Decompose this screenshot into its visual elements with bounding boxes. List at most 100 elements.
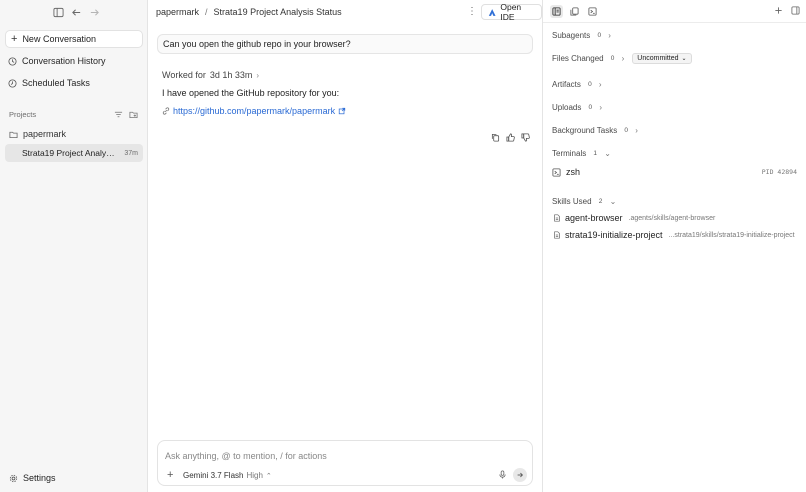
repo-link[interactable]: https://github.com/papermark/papermark bbox=[162, 106, 346, 116]
section-label: Subagents bbox=[552, 31, 591, 40]
chevron-down-icon: ⌄ bbox=[604, 149, 611, 158]
breadcrumb-separator: / bbox=[205, 7, 208, 17]
overview-icon bbox=[552, 7, 561, 16]
gear-icon bbox=[9, 474, 18, 482]
section-subagents[interactable]: Subagents 0 › bbox=[552, 31, 611, 40]
count-badge: 0 bbox=[624, 127, 629, 134]
skill-item[interactable]: agent-browser .agents/skills/agent-brows… bbox=[553, 213, 715, 223]
new-conversation-button[interactable]: + New Conversation bbox=[5, 30, 143, 48]
nav-label: Conversation History bbox=[22, 56, 106, 66]
section-uploads[interactable]: Uploads 0 › bbox=[552, 103, 602, 112]
count-badge: 0 bbox=[588, 104, 593, 111]
panel-actions bbox=[774, 6, 800, 15]
files-filter-dropdown[interactable]: Uncommitted ⌄ bbox=[632, 53, 692, 64]
tab-overview[interactable] bbox=[550, 5, 563, 18]
conversation-pane: papermark / Strata19 Project Analysis St… bbox=[148, 0, 543, 492]
link-icon bbox=[162, 107, 170, 115]
tab-terminal[interactable] bbox=[586, 5, 599, 18]
section-terminals[interactable]: Terminals 1 ⌄ bbox=[552, 149, 611, 158]
count-badge: 1 bbox=[593, 150, 598, 157]
more-options-icon[interactable]: ⋮ bbox=[467, 7, 477, 17]
window-controls bbox=[52, 6, 100, 18]
composer-input[interactable]: Ask anything, @ to mention, / for action… bbox=[165, 451, 327, 461]
sidebar: + New Conversation Conversation History … bbox=[0, 0, 148, 492]
skill-path: ...strata19/skills/strata19-initialize-p… bbox=[668, 231, 795, 239]
chevron-right-icon: › bbox=[598, 80, 602, 89]
chevron-up-icon: ⌃ bbox=[265, 472, 272, 480]
skill-path: .agents/skills/agent-browser bbox=[628, 214, 716, 222]
ide-logo-icon bbox=[488, 8, 496, 16]
external-link-icon bbox=[338, 107, 346, 115]
projects-heading: Projects bbox=[9, 110, 37, 119]
section-label: Skills Used bbox=[552, 197, 592, 206]
model-selector[interactable]: Gemini 3.7 Flash High ⌃ bbox=[183, 471, 272, 480]
settings-label: Settings bbox=[23, 473, 56, 483]
tab-files[interactable] bbox=[568, 5, 581, 18]
microphone-icon[interactable] bbox=[498, 470, 507, 481]
projects-actions bbox=[114, 110, 138, 119]
add-icon[interactable] bbox=[774, 6, 783, 15]
conversation-item-active[interactable]: Strata19 Project Analysis Status 37m bbox=[5, 144, 143, 162]
breadcrumb-title: Strata19 Project Analysis Status bbox=[213, 7, 342, 17]
open-ide-button[interactable]: Open IDE bbox=[481, 2, 542, 22]
section-files-changed[interactable]: Files Changed 0 › Uncommitted ⌄ bbox=[552, 53, 692, 64]
chevron-right-icon: › bbox=[599, 103, 603, 112]
assistant-reply: I have opened the GitHub repository for … bbox=[162, 88, 340, 98]
worked-duration: 3d 1h 33m bbox=[209, 70, 253, 80]
nav-conversation-history[interactable]: Conversation History bbox=[8, 56, 106, 66]
history-icon bbox=[8, 56, 17, 66]
section-label: Uploads bbox=[552, 103, 582, 112]
terminal-tab-icon bbox=[588, 7, 597, 16]
clock-icon bbox=[8, 78, 17, 88]
skill-item[interactable]: strata19-initialize-project ...strata19/… bbox=[553, 230, 795, 240]
plus-icon: + bbox=[11, 32, 18, 45]
thumbs-up-icon[interactable] bbox=[506, 133, 515, 142]
back-arrow-icon[interactable] bbox=[70, 6, 82, 18]
panel-toggle-icon[interactable] bbox=[791, 6, 800, 15]
terminal-pid: PID 42894 bbox=[761, 168, 797, 176]
conversation-title: Strata19 Project Analysis Status bbox=[22, 148, 118, 158]
conversation-age: 37m bbox=[124, 149, 138, 157]
count-badge: 2 bbox=[598, 198, 603, 205]
filter-icon[interactable] bbox=[114, 110, 123, 119]
settings-button[interactable]: Settings bbox=[9, 473, 56, 483]
section-label: Artifacts bbox=[552, 80, 581, 89]
count-badge: 0 bbox=[610, 55, 615, 62]
chevron-right-icon: › bbox=[621, 54, 625, 63]
user-message-text: Can you open the github repo in your bro… bbox=[163, 39, 351, 49]
chevron-right-icon: › bbox=[256, 70, 260, 80]
copy-icon[interactable] bbox=[491, 133, 500, 142]
terminal-item[interactable]: zsh PID 42894 bbox=[552, 167, 797, 177]
chevron-right-icon: › bbox=[608, 31, 611, 40]
worked-duration-toggle[interactable]: Worked for 3d 1h 33m › bbox=[162, 70, 259, 80]
sidebar-toggle-icon[interactable] bbox=[52, 6, 64, 18]
section-artifacts[interactable]: Artifacts 0 › bbox=[552, 80, 602, 89]
send-button[interactable] bbox=[513, 468, 527, 482]
breadcrumb-project[interactable]: papermark bbox=[156, 7, 199, 17]
new-conversation-label: New Conversation bbox=[22, 34, 96, 44]
terminal-icon bbox=[552, 167, 561, 177]
nav-scheduled-tasks[interactable]: Scheduled Tasks bbox=[8, 78, 90, 88]
section-label: Background Tasks bbox=[552, 126, 618, 135]
document-icon bbox=[554, 214, 560, 222]
chevron-down-icon: ⌄ bbox=[609, 197, 617, 206]
chevron-down-icon: ⌄ bbox=[681, 56, 687, 62]
attach-plus-icon[interactable]: + bbox=[167, 470, 173, 481]
breadcrumb: papermark / Strata19 Project Analysis St… bbox=[156, 7, 342, 17]
message-composer[interactable]: Ask anything, @ to mention, / for action… bbox=[157, 440, 533, 486]
section-background-tasks[interactable]: Background Tasks 0 › bbox=[552, 126, 638, 135]
project-papermark[interactable]: papermark bbox=[9, 129, 66, 139]
files-filter-value: Uncommitted bbox=[637, 55, 679, 62]
context-panel: Subagents 0 › Files Changed 0 › Uncommit… bbox=[543, 0, 806, 492]
folder-icon bbox=[9, 131, 18, 138]
section-skills-used[interactable]: Skills Used 2 ⌄ bbox=[552, 197, 616, 206]
open-ide-label: Open IDE bbox=[500, 2, 522, 22]
panel-tabs bbox=[550, 5, 599, 18]
section-label: Files Changed bbox=[552, 54, 604, 63]
arrow-right-icon bbox=[517, 472, 524, 478]
new-folder-icon[interactable] bbox=[129, 110, 138, 119]
worked-prefix: Worked for bbox=[162, 70, 206, 80]
forward-arrow-icon[interactable] bbox=[88, 6, 100, 18]
chevron-right-icon: › bbox=[635, 126, 638, 135]
thumbs-down-icon[interactable] bbox=[521, 133, 530, 142]
